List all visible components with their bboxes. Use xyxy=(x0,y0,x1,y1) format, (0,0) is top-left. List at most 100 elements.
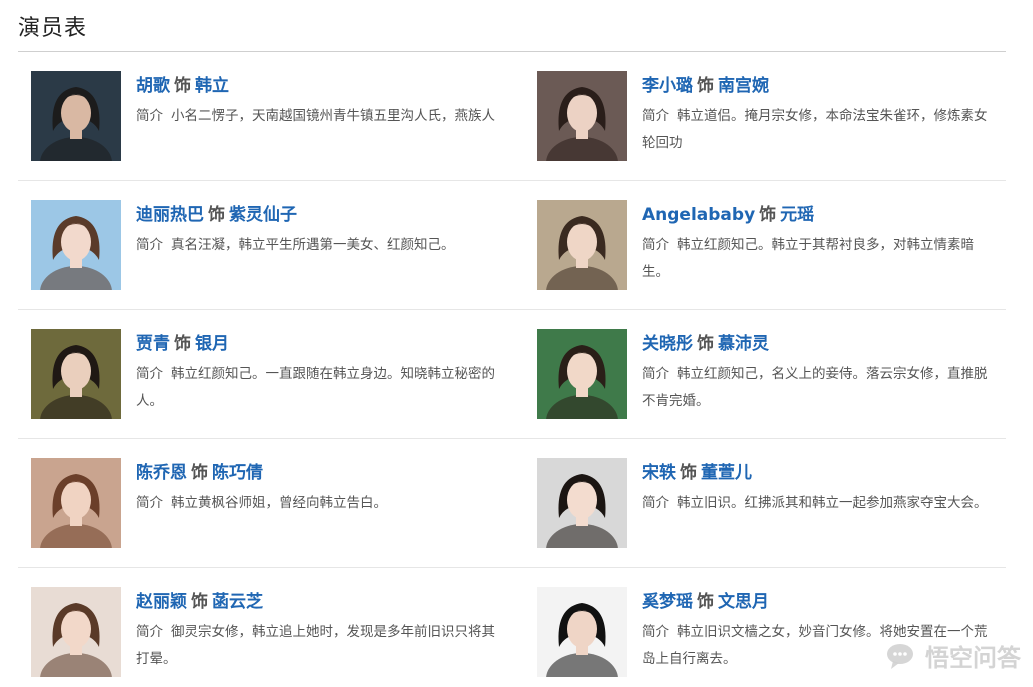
role-separator: 饰 xyxy=(697,76,714,96)
cast-description: 简介 韩立红颜知己。韩立于其帮衬良多，对韩立情素暗生。 xyxy=(642,232,997,286)
cast-description: 简介 韩立黄枫谷师姐，曾经向韩立告白。 xyxy=(136,490,496,517)
cast-names: 陈乔恩饰陈巧倩 xyxy=(136,461,496,485)
cast-names: 迪丽热巴饰紫灵仙子 xyxy=(136,203,496,227)
role-name-link[interactable]: 慕沛灵 xyxy=(718,334,769,354)
description-label: 简介 xyxy=(136,495,163,511)
portrait-image xyxy=(537,200,627,290)
cast-card: 迪丽热巴饰紫灵仙子 简介 真名汪凝，韩立平生所遇第一美女、红颜知己。 xyxy=(18,181,530,309)
portrait-image xyxy=(31,71,121,161)
cast-info: 迪丽热巴饰紫灵仙子 简介 真名汪凝，韩立平生所遇第一美女、红颜知己。 xyxy=(136,203,496,259)
role-separator: 饰 xyxy=(191,592,208,612)
cast-description: 简介 韩立红颜知己。一直跟随在韩立身边。知晓韩立秘密的人。 xyxy=(136,361,496,415)
portrait-image xyxy=(537,71,627,161)
description-label: 简介 xyxy=(136,624,163,640)
role-name-link[interactable]: 陈巧倩 xyxy=(212,463,263,483)
cast-info: 宋轶饰董萱儿 简介 韩立旧识。红拂派其和韩立一起参加燕家夺宝大会。 xyxy=(642,461,997,517)
cast-row: 陈乔恩饰陈巧倩 简介 韩立黄枫谷师姐，曾经向韩立告白。 宋轶饰董萱儿 简介 韩立… xyxy=(18,439,1006,568)
cast-card: 胡歌饰韩立 简介 小名二愣子，天南越国镜州青牛镇五里沟人氏，燕族人 xyxy=(18,52,530,180)
actor-name-link[interactable]: 宋轶 xyxy=(642,463,676,483)
actor-photo[interactable] xyxy=(537,329,627,419)
page-title: 演员表 xyxy=(18,16,88,41)
description-text: 韩立红颜知己，名义上的妾侍。落云宗女修，直推脱不肯完婚。 xyxy=(642,366,988,409)
actor-name-link[interactable]: 迪丽热巴 xyxy=(136,205,204,225)
cast-names: 宋轶饰董萱儿 xyxy=(642,461,997,485)
portrait-image xyxy=(31,587,121,677)
description-label: 简介 xyxy=(642,108,669,124)
watermark-text: 悟空问答 xyxy=(925,644,1021,672)
cast-description: 简介 韩立道侣。掩月宗女修，本命法宝朱雀环，修炼素女轮回功 xyxy=(642,103,997,157)
actor-name-link[interactable]: 胡歌 xyxy=(136,76,170,96)
description-label: 简介 xyxy=(642,495,669,511)
cast-row: 胡歌饰韩立 简介 小名二愣子，天南越国镜州青牛镇五里沟人氏，燕族人 李小璐 饰 … xyxy=(18,52,1006,181)
portrait-image xyxy=(31,200,121,290)
cast-names: Angelababy 饰元瑶 xyxy=(642,203,997,227)
cast-card: 宋轶饰董萱儿 简介 韩立旧识。红拂派其和韩立一起参加燕家夺宝大会。 xyxy=(530,439,1006,567)
role-name-link[interactable]: 银月 xyxy=(195,334,229,354)
role-separator: 饰 xyxy=(208,205,225,225)
description-label: 简介 xyxy=(136,366,163,382)
cast-description: 简介 小名二愣子，天南越国镜州青牛镇五里沟人氏，燕族人 xyxy=(136,103,496,130)
actor-name-link[interactable]: 奚梦瑶 xyxy=(642,592,693,612)
role-name-link[interactable]: 菡云芝 xyxy=(212,592,263,612)
actor-photo[interactable] xyxy=(31,458,121,548)
actor-photo[interactable] xyxy=(537,200,627,290)
portrait-image xyxy=(31,329,121,419)
cast-card: 李小璐饰南宫婉 简介 韩立道侣。掩月宗女修，本命法宝朱雀环，修炼素女轮回功 xyxy=(530,52,1006,180)
actor-photo[interactable] xyxy=(31,200,121,290)
portrait-image xyxy=(537,458,627,548)
description-label: 简介 xyxy=(136,237,163,253)
actor-photo[interactable] xyxy=(31,587,121,677)
chat-bubble-icon xyxy=(887,643,913,669)
role-name-link[interactable]: 文思月 xyxy=(718,592,769,612)
actor-name-link[interactable]: Angelababy xyxy=(642,205,755,225)
actor-name-link[interactable]: 赵丽颖 xyxy=(136,592,187,612)
cast-info: 关晓彤饰慕沛灵 简介 韩立红颜知己，名义上的妾侍。落云宗女修，直推脱不肯完婚。 xyxy=(642,332,997,415)
cast-names: 奚梦瑶饰文思月 xyxy=(642,590,997,614)
actor-photo[interactable] xyxy=(537,458,627,548)
role-separator: 饰 xyxy=(697,592,714,612)
cast-names: 关晓彤饰慕沛灵 xyxy=(642,332,997,356)
actor-name-link[interactable]: 陈乔恩 xyxy=(136,463,187,483)
role-separator: 饰 xyxy=(680,463,697,483)
watermark: 悟空问答 xyxy=(885,638,1021,673)
description-text: 韩立红颜知己。一直跟随在韩立身边。知晓韩立秘密的人。 xyxy=(136,366,495,409)
role-separator: 饰 xyxy=(174,334,191,354)
role-name-link[interactable]: 韩立 xyxy=(195,76,229,96)
role-separator: 饰 xyxy=(174,76,191,96)
cast-info: 贾青饰银月 简介 韩立红颜知己。一直跟随在韩立身边。知晓韩立秘密的人。 xyxy=(136,332,496,415)
portrait-image xyxy=(537,587,627,677)
role-name-link[interactable]: 紫灵仙子 xyxy=(229,205,297,225)
actor-name-link[interactable]: 李小璐 xyxy=(642,76,693,96)
description-text: 御灵宗女修，韩立追上她时，发现是多年前旧识只将其打晕。 xyxy=(136,624,495,667)
description-label: 简介 xyxy=(642,366,669,382)
cast-names: 贾青饰银月 xyxy=(136,332,496,356)
role-name-link[interactable]: 元瑶 xyxy=(780,205,814,225)
actor-photo[interactable] xyxy=(537,71,627,161)
cast-names: 胡歌饰韩立 xyxy=(136,74,496,98)
cast-info: 李小璐饰南宫婉 简介 韩立道侣。掩月宗女修，本命法宝朱雀环，修炼素女轮回功 xyxy=(642,74,997,157)
cast-names: 李小璐饰南宫婉 xyxy=(642,74,997,98)
description-text: 韩立旧识。红拂派其和韩立一起参加燕家夺宝大会。 xyxy=(677,495,988,511)
cast-card: 赵丽颖饰菡云芝 简介 御灵宗女修，韩立追上她时，发现是多年前旧识只将其打晕。 xyxy=(18,568,530,687)
cast-info: 陈乔恩饰陈巧倩 简介 韩立黄枫谷师姐，曾经向韩立告白。 xyxy=(136,461,496,517)
cast-card: Angelababy 饰元瑶 简介 韩立红颜知己。韩立于其帮衬良多，对韩立情素暗生。 xyxy=(530,181,1006,309)
role-name-link[interactable]: 南宫婉 xyxy=(718,76,769,96)
role-name-link[interactable]: 董萱儿 xyxy=(701,463,752,483)
portrait-image xyxy=(537,329,627,419)
cast-card: 陈乔恩饰陈巧倩 简介 韩立黄枫谷师姐，曾经向韩立告白。 xyxy=(18,439,530,567)
actor-photo[interactable] xyxy=(31,329,121,419)
cast-row: 迪丽热巴饰紫灵仙子 简介 真名汪凝，韩立平生所遇第一美女、红颜知己。 Angel… xyxy=(18,181,1006,310)
description-label: 简介 xyxy=(642,624,669,640)
cast-info: Angelababy 饰元瑶 简介 韩立红颜知己。韩立于其帮衬良多，对韩立情素暗生。 xyxy=(642,203,997,286)
description-text: 小名二愣子，天南越国镜州青牛镇五里沟人氏，燕族人 xyxy=(171,108,495,124)
cast-names: 赵丽颖饰菡云芝 xyxy=(136,590,496,614)
actor-photo[interactable] xyxy=(537,587,627,677)
actor-name-link[interactable]: 贾青 xyxy=(136,334,170,354)
cast-grid: 胡歌饰韩立 简介 小名二愣子，天南越国镜州青牛镇五里沟人氏，燕族人 李小璐 饰 … xyxy=(18,52,1006,687)
description-text: 韩立红颜知己。韩立于其帮衬良多，对韩立情素暗生。 xyxy=(642,237,974,280)
role-separator: 饰 xyxy=(191,463,208,483)
cast-info: 赵丽颖饰菡云芝 简介 御灵宗女修，韩立追上她时，发现是多年前旧识只将其打晕。 xyxy=(136,590,496,673)
cast-description: 简介 韩立旧识。红拂派其和韩立一起参加燕家夺宝大会。 xyxy=(642,490,997,517)
actor-photo[interactable] xyxy=(31,71,121,161)
actor-name-link[interactable]: 关晓彤 xyxy=(642,334,693,354)
